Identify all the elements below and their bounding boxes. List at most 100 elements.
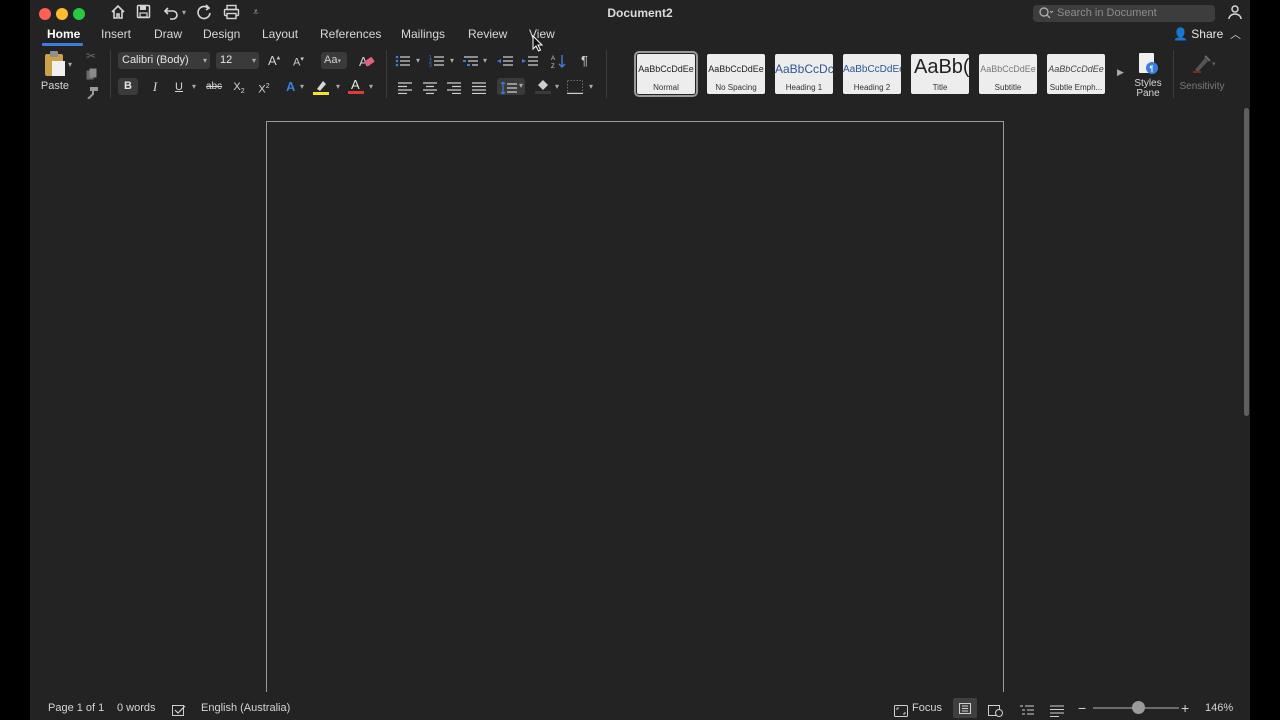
format-painter-icon[interactable] [86, 86, 98, 104]
collapse-ribbon-chevron-icon[interactable]: ︿ [1230, 26, 1241, 42]
bullets-icon[interactable] [395, 54, 411, 73]
account-icon[interactable] [1227, 4, 1243, 25]
line-spacing-button[interactable]: ▾ [497, 78, 525, 95]
focus-icon[interactable] [894, 702, 908, 720]
draft-view-icon[interactable] [1050, 702, 1064, 720]
font-size-dropdown[interactable]: 12 ▾ [216, 52, 259, 69]
shading-icon[interactable] [535, 78, 551, 99]
font-color-chevron-icon[interactable]: ▾ [369, 82, 373, 91]
borders-icon[interactable] [567, 80, 583, 99]
style-heading-2[interactable]: AaBbCcDdEe Heading 2 [843, 54, 901, 94]
justify-icon[interactable] [472, 81, 486, 99]
style-preview: AaBbCcDdEe [708, 64, 764, 74]
styles-pane-button[interactable]: ¶ Styles Pane [1130, 52, 1166, 99]
zoom-in-button[interactable]: + [1181, 696, 1189, 720]
tab-design[interactable]: Design [203, 26, 240, 42]
paste-options-chevron-icon[interactable]: ▾ [68, 60, 72, 69]
search-icon [1038, 6, 1054, 26]
zoom-percentage[interactable]: 146% [1205, 696, 1233, 720]
style-title[interactable]: AaBb( Title [911, 54, 969, 94]
vertical-scrollbar-thumb[interactable] [1244, 108, 1249, 416]
multilevel-list-icon[interactable] [463, 54, 479, 73]
share-button[interactable]: 👤 Share [1173, 26, 1223, 42]
italic-button[interactable]: I [148, 79, 162, 95]
change-case-icon[interactable]: Aa▾ [321, 52, 347, 69]
focus-button[interactable]: Focus [912, 696, 942, 720]
tab-mailings[interactable]: Mailings [401, 26, 445, 42]
svg-text:A: A [551, 56, 555, 62]
tab-layout[interactable]: Layout [262, 26, 298, 42]
shading-chevron-icon[interactable]: ▾ [555, 82, 559, 91]
bold-button[interactable]: B [118, 78, 138, 95]
style-name: Heading 1 [785, 83, 823, 92]
tab-draw[interactable]: Draw [154, 26, 182, 42]
clear-formatting-icon[interactable]: A [358, 53, 376, 74]
multilevel-chevron-icon[interactable]: ▾ [483, 56, 487, 65]
sensitivity-label: Sensitivity [1179, 81, 1225, 92]
text-effects-chevron-icon[interactable]: ▾ [300, 82, 304, 91]
sort-icon[interactable]: AZ [551, 53, 569, 74]
print-layout-view-button[interactable] [953, 698, 977, 718]
strikethrough-label: abc [205, 81, 223, 92]
document-canvas[interactable] [30, 104, 1242, 692]
pilcrow-icon[interactable]: ¶ [581, 53, 588, 68]
svg-text:3: 3 [429, 63, 432, 68]
style-subtitle[interactable]: AaBbCcDdEe Subtitle [979, 54, 1037, 94]
proofing-icon[interactable] [172, 702, 186, 720]
align-center-icon[interactable] [423, 81, 437, 99]
style-subtle-emphasis[interactable]: AaBbCcDdEe Subtle Emph... [1047, 54, 1105, 94]
paste-button[interactable]: Paste [38, 50, 72, 92]
borders-chevron-icon[interactable]: ▾ [589, 82, 593, 91]
home-ribbon: Paste ▾ ✂ Calibri (Body) ▾ 12 ▾ A▴ A▾ Aa▾ … [30, 46, 1250, 104]
align-right-icon[interactable] [447, 81, 461, 99]
superscript-button[interactable]: X2 [256, 79, 272, 98]
tab-home[interactable]: Home [47, 26, 80, 42]
tab-insert[interactable]: Insert [101, 26, 131, 42]
style-no-spacing[interactable]: AaBbCcDdEe No Spacing [707, 54, 765, 94]
cut-icon[interactable]: ✂ [86, 49, 96, 63]
zoom-out-button[interactable]: − [1078, 696, 1086, 720]
bullets-chevron-icon[interactable]: ▾ [416, 56, 420, 65]
style-normal[interactable]: AaBbCcDdEe Normal [634, 51, 698, 97]
outline-view-icon[interactable] [1020, 702, 1034, 720]
copy-icon[interactable] [86, 67, 97, 85]
word-count[interactable]: 0 words [117, 696, 156, 720]
text-effects-icon[interactable]: A [286, 79, 295, 94]
web-layout-icon[interactable] [988, 702, 1003, 720]
page-count[interactable]: Page 1 of 1 [48, 696, 104, 720]
styles-gallery-next-icon[interactable]: ▶ [1117, 67, 1124, 78]
style-heading-1[interactable]: AaBbCcDc Heading 1 [775, 54, 833, 94]
font-name-dropdown[interactable]: Calibri (Body) ▾ [118, 52, 210, 69]
shrink-font-icon[interactable]: A▾ [293, 55, 304, 69]
language-indicator[interactable]: English (Australia) [201, 696, 290, 720]
search-field[interactable]: Search in Document [1033, 5, 1215, 22]
tab-references[interactable]: References [320, 26, 381, 42]
title-bar: ▾ ⩡ Document2 Search in Document [30, 0, 1250, 26]
underline-options-chevron-icon[interactable]: ▾ [192, 82, 196, 91]
subscript-label: X [233, 81, 241, 93]
font-name-value: Calibri (Body) [122, 54, 189, 66]
paste-label: Paste [40, 80, 70, 92]
styles-pane-icon: ¶ [1139, 53, 1158, 74]
font-color-icon[interactable]: A [348, 77, 364, 100]
ribbon-tabs: Home Insert Draw Design Layout Reference… [30, 26, 1250, 46]
tab-review[interactable]: Review [468, 26, 507, 42]
clipboard-icon [45, 51, 65, 76]
decrease-indent-icon[interactable] [496, 54, 514, 73]
numbering-icon[interactable]: 123 [429, 54, 445, 73]
grow-font-icon[interactable]: A▴ [268, 53, 280, 68]
vertical-scrollbar[interactable] [1243, 104, 1250, 686]
sensitivity-chevron-icon[interactable]: ▾ [1212, 60, 1216, 68]
numbering-chevron-icon[interactable]: ▾ [450, 56, 454, 65]
subscript-button[interactable]: X2 [231, 79, 247, 100]
highlight-chevron-icon[interactable]: ▾ [336, 82, 340, 91]
align-left-icon[interactable] [398, 81, 412, 99]
mouse-pointer-icon [532, 34, 544, 58]
highlight-icon[interactable] [313, 79, 329, 100]
sensitivity-button[interactable]: Sensitivity [1178, 52, 1226, 95]
zoom-slider-thumb[interactable] [1132, 701, 1145, 714]
underline-button[interactable]: U [172, 79, 186, 95]
document-page[interactable] [266, 121, 1004, 692]
strikethrough-button[interactable]: abc [204, 79, 224, 95]
status-bar: Page 1 of 1 0 words English (Australia) … [30, 696, 1250, 720]
